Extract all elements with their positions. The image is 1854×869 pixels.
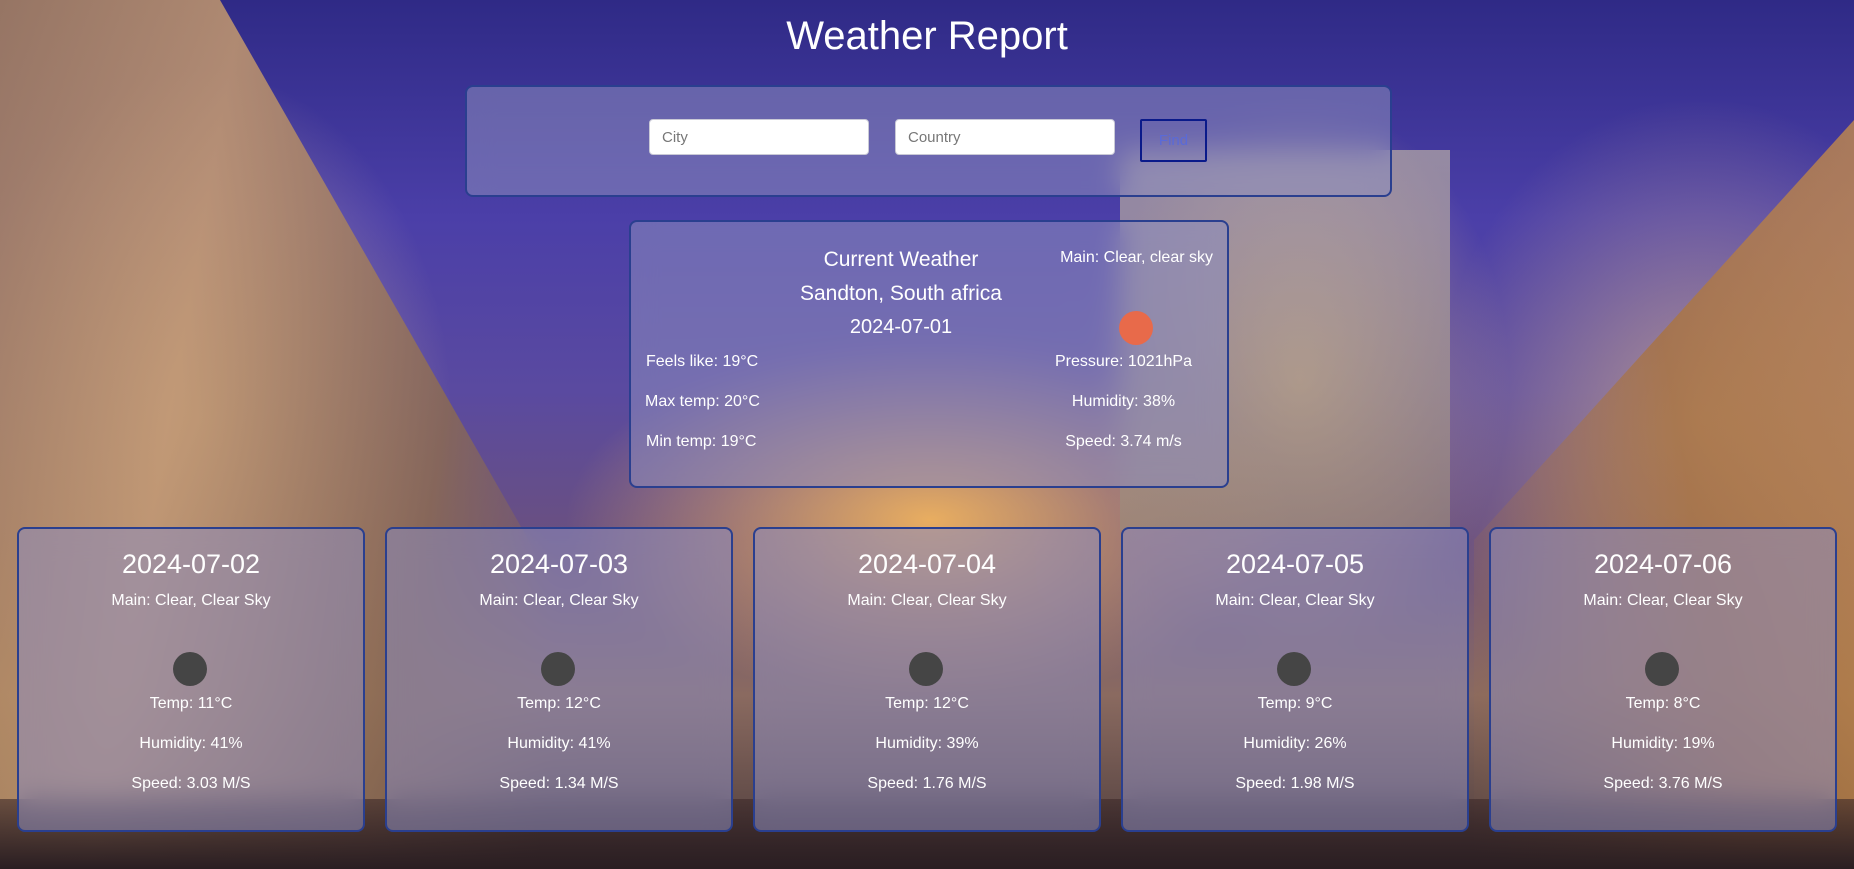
weather-icon [909, 652, 943, 686]
forecast-temp: Temp: 8°C [1625, 695, 1701, 712]
sun-icon [1119, 311, 1153, 345]
forecast-date: 2024-07-05 [1225, 549, 1365, 579]
weather-icon [1277, 652, 1311, 686]
forecast-main-condition: Main: Clear, Clear Sky [847, 592, 1007, 609]
min-temp: Min temp: 19°C [646, 433, 757, 450]
forecast-date: 2024-07-02 [121, 549, 261, 579]
current-main-condition: Main: Clear, clear sky [1060, 249, 1213, 266]
forecast-humidity: Humidity: 41% [507, 735, 611, 752]
pressure: Pressure: 1021hPa [1055, 353, 1192, 370]
current-location: Sandton, South africa [800, 282, 1002, 305]
forecast-main-condition: Main: Clear, Clear Sky [1583, 592, 1743, 609]
feels-like: Feels like: 19°C [646, 353, 759, 370]
forecast-temp: Temp: 12°C [517, 695, 601, 712]
country-input[interactable] [895, 119, 1115, 155]
forecast-humidity: Humidity: 39% [875, 735, 979, 752]
forecast-temp: Temp: 12°C [885, 695, 969, 712]
forecast-speed: Speed: 1.34 M/S [499, 775, 619, 792]
forecast-card: 2024-07-06 Main: Clear, Clear Sky Temp: … [1489, 527, 1837, 832]
wind-speed: Speed: 3.74 m/s [1065, 433, 1182, 450]
forecast-speed: Speed: 3.76 M/S [1603, 775, 1723, 792]
forecast-speed: Speed: 1.98 M/S [1235, 775, 1355, 792]
forecast-main-condition: Main: Clear, Clear Sky [479, 592, 639, 609]
max-temp: Max temp: 20°C [645, 393, 760, 410]
weather-icon [541, 652, 575, 686]
forecast-card: 2024-07-03 Main: Clear, Clear Sky Temp: … [385, 527, 733, 832]
city-input[interactable] [649, 119, 869, 155]
forecast-humidity: Humidity: 19% [1611, 735, 1715, 752]
page-title: Weather Report [786, 14, 1068, 58]
forecast-date: 2024-07-06 [1593, 549, 1733, 579]
forecast-card: 2024-07-04 Main: Clear, Clear Sky Temp: … [753, 527, 1101, 832]
forecast-humidity: Humidity: 26% [1243, 735, 1347, 752]
forecast-temp: Temp: 11°C [149, 695, 233, 712]
humidity: Humidity: 38% [1071, 393, 1176, 410]
weather-icon [173, 652, 207, 686]
forecast-temp: Temp: 9°C [1257, 695, 1333, 712]
current-weather-title: Current Weather [823, 248, 979, 271]
forecast-date: 2024-07-04 [857, 549, 997, 579]
forecast-card: 2024-07-02 Main: Clear, Clear Sky Temp: … [17, 527, 365, 832]
find-button[interactable]: Find [1140, 119, 1207, 162]
forecast-speed: Speed: 3.03 M/S [131, 775, 251, 792]
search-panel: Find [465, 85, 1392, 197]
forecast-speed: Speed: 1.76 M/S [867, 775, 987, 792]
forecast-main-condition: Main: Clear, Clear Sky [111, 592, 271, 609]
forecast-humidity: Humidity: 41% [139, 735, 243, 752]
forecast-card: 2024-07-05 Main: Clear, Clear Sky Temp: … [1121, 527, 1469, 832]
forecast-date: 2024-07-03 [489, 549, 629, 579]
current-weather-card: Current Weather Sandton, South africa 20… [629, 220, 1229, 488]
forecast-main-condition: Main: Clear, Clear Sky [1215, 592, 1375, 609]
weather-icon [1645, 652, 1679, 686]
current-date: 2024-07-01 [849, 316, 953, 338]
